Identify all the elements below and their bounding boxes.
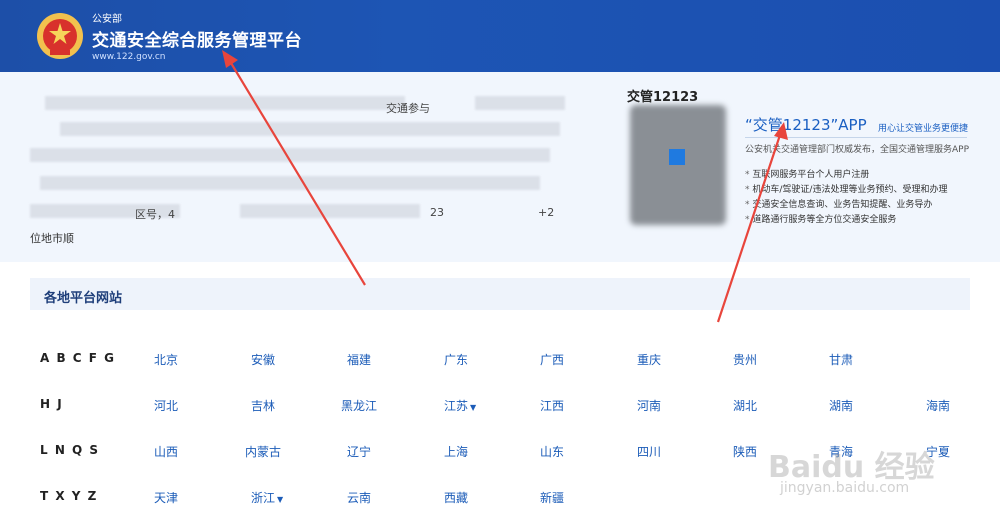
- header-org: 公安部: [92, 14, 122, 25]
- app-description: 公安机关交通管理部门权威发布，全国交通管理服务APP: [745, 145, 970, 155]
- site-title[interactable]: 交通安全综合服务管理平台: [92, 26, 302, 51]
- province-link[interactable]: 云南: [347, 489, 371, 506]
- blurred-row: [30, 148, 550, 162]
- page-root: 公安部 交通安全综合服务管理平台 www.122.gov.cn 交通参与 区号，…: [0, 0, 1000, 521]
- province-link[interactable]: 甘肃: [829, 351, 853, 368]
- province-link[interactable]: 海南: [926, 397, 950, 414]
- info-fragment: 交通参与: [386, 102, 430, 115]
- info-fragment: +2: [538, 206, 555, 219]
- province-link[interactable]: 陕西: [733, 443, 757, 460]
- app-feature-item: 机动车/驾驶证/违法处理等业务预约、受理和办理: [745, 183, 947, 198]
- province-link[interactable]: 广东: [444, 351, 468, 368]
- site-url: www.122.gov.cn: [92, 52, 166, 62]
- qr-center-dot: [669, 149, 685, 165]
- local-platforms-title: 各地平台网站: [44, 291, 123, 306]
- province-link[interactable]: 内蒙古: [245, 443, 281, 460]
- province-link[interactable]: 四川: [637, 443, 661, 460]
- app-heading: 交管12123: [627, 90, 699, 105]
- row-label-hj: H J: [40, 397, 64, 411]
- province-dropdown-zhejiang[interactable]: 浙江 ▼: [251, 489, 283, 506]
- province-dropdown-jiangsu[interactable]: 江苏 ▼: [444, 397, 476, 414]
- province-link[interactable]: 黑龙江: [341, 397, 377, 414]
- qr-code: [630, 105, 726, 225]
- province-link[interactable]: 山西: [154, 443, 178, 460]
- chevron-down-icon: ▼: [277, 495, 284, 504]
- province-link[interactable]: 湖北: [733, 397, 757, 414]
- app-name-link[interactable]: “交管12123”APP: [745, 114, 867, 135]
- province-link[interactable]: 湖南: [829, 397, 853, 414]
- blurred-row: [45, 96, 405, 110]
- province-label: 江苏: [444, 399, 469, 413]
- province-link[interactable]: 江西: [540, 397, 564, 414]
- police-emblem-icon: [37, 13, 83, 59]
- blurred-row: [240, 204, 420, 218]
- watermark-url: jingyan.baidu.com: [780, 480, 910, 496]
- site-header: 公安部 交通安全综合服务管理平台 www.122.gov.cn: [0, 0, 1000, 72]
- province-link[interactable]: 河南: [637, 397, 661, 414]
- row-label-txyz: T X Y Z: [40, 489, 98, 503]
- blurred-row: [40, 176, 540, 190]
- app-feature-list: 互联网服务平台个人用户注册 机动车/驾驶证/违法处理等业务预约、受理和办理 交通…: [745, 168, 947, 228]
- province-link[interactable]: 辽宁: [347, 443, 371, 460]
- app-feature-item: 道路通行服务等全方位交通安全服务: [745, 213, 947, 228]
- province-link[interactable]: 重庆: [637, 351, 661, 368]
- province-link[interactable]: 新疆: [540, 489, 564, 506]
- app-divider: [745, 137, 967, 138]
- province-label: 浙江: [251, 491, 276, 505]
- province-link[interactable]: 广西: [540, 351, 564, 368]
- province-link[interactable]: 安徽: [251, 351, 275, 368]
- province-link[interactable]: 吉林: [251, 397, 275, 414]
- local-platforms-header: [30, 278, 970, 310]
- app-feature-item: 互联网服务平台个人用户注册: [745, 168, 947, 183]
- info-footnote: 位地市顺: [30, 232, 74, 245]
- province-link[interactable]: 上海: [444, 443, 468, 460]
- info-fragment: 23: [430, 206, 444, 219]
- province-link[interactable]: 山东: [540, 443, 564, 460]
- province-link[interactable]: 贵州: [733, 351, 757, 368]
- province-link[interactable]: 天津: [154, 489, 178, 506]
- blurred-row: [475, 96, 565, 110]
- info-fragment: 区号，4: [135, 208, 175, 221]
- app-feature-item: 交通安全信息查询、业务告知提醒、业务导办: [745, 198, 947, 213]
- chevron-down-icon: ▼: [470, 403, 477, 412]
- row-label-abcfg: A B C F G: [40, 351, 116, 365]
- app-slogan: 用心让交管业务更便捷: [878, 124, 969, 134]
- province-link[interactable]: 福建: [347, 351, 371, 368]
- province-link[interactable]: 西藏: [444, 489, 468, 506]
- blurred-row: [60, 122, 560, 136]
- province-link[interactable]: 北京: [154, 351, 178, 368]
- province-link[interactable]: 河北: [154, 397, 178, 414]
- row-label-lnqs: L N Q S: [40, 443, 100, 457]
